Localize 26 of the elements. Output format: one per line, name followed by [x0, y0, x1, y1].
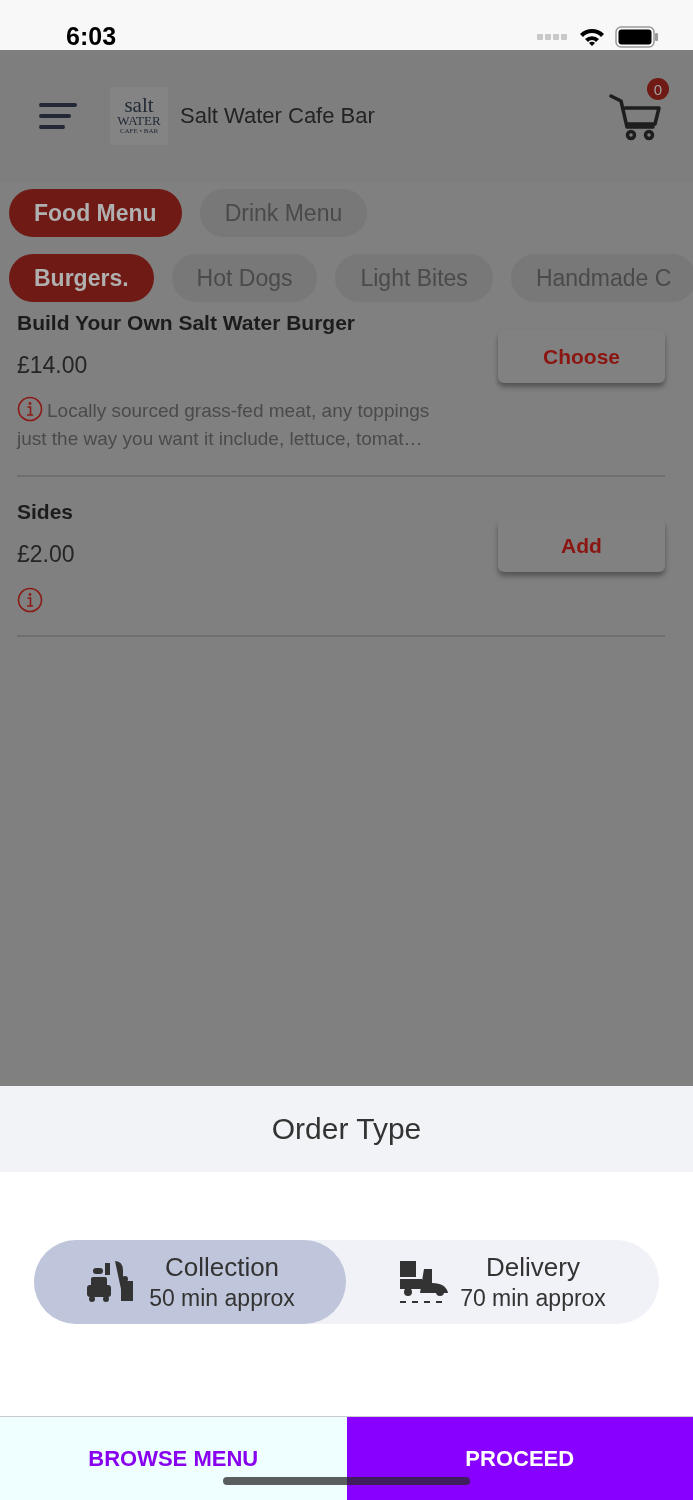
- signal-icon: [537, 33, 569, 41]
- menu-button[interactable]: [38, 101, 78, 131]
- info-icon[interactable]: [17, 396, 43, 422]
- menu-icon: [38, 101, 78, 131]
- item-name: Sides: [17, 499, 75, 525]
- info-icon[interactable]: [17, 587, 43, 613]
- item-name: Build Your Own Salt Water Burger: [17, 310, 356, 336]
- restaurant-name: Salt Water Cafe Bar: [180, 103, 376, 129]
- item-price: £2.00: [17, 540, 76, 569]
- cart-count-badge: 0: [647, 78, 669, 100]
- sheet-title: Order Type: [271, 1112, 422, 1146]
- browse-menu-button[interactable]: BROWSE MENU: [0, 1417, 347, 1500]
- battery-icon: [615, 26, 659, 48]
- option-label: Delivery: [486, 1251, 580, 1283]
- scooter-icon: [398, 1259, 451, 1305]
- status-time: 6:03: [66, 22, 117, 50]
- option-time: 50 min approx: [149, 1284, 295, 1313]
- order-type-option[interactable]: Collection 50 min approx: [34, 1240, 346, 1324]
- proceed-button[interactable]: PROCEED: [346, 1417, 693, 1500]
- item-price: £14.00: [17, 351, 89, 380]
- category-tab[interactable]: Burgers.: [9, 254, 154, 302]
- menu-tab[interactable]: Food Menu: [9, 189, 182, 237]
- order-type-option[interactable]: Delivery 70 min approx: [346, 1240, 658, 1324]
- option-label: Collection: [164, 1251, 280, 1283]
- wifi-icon: [579, 27, 605, 47]
- option-time: 70 min approx: [460, 1284, 606, 1313]
